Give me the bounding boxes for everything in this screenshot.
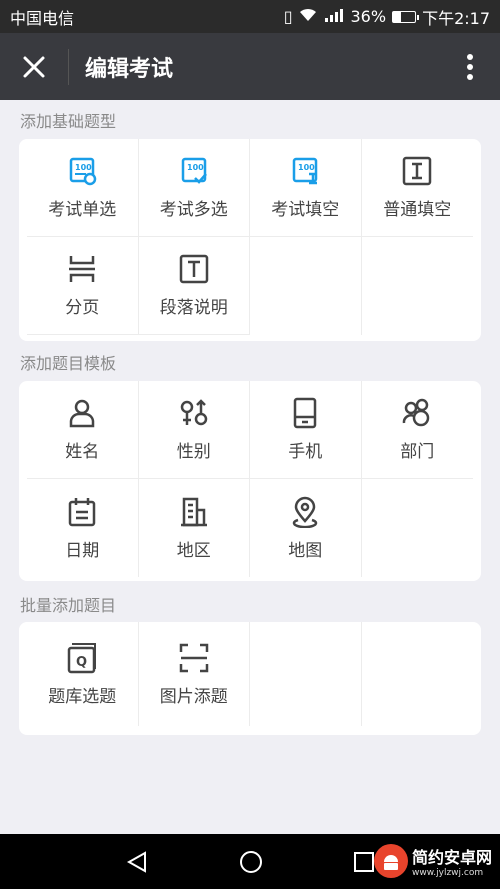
department-button[interactable]: 部门 (361, 381, 473, 479)
text-field-label: 普通填空 (383, 200, 452, 220)
exam-multi-choice-button[interactable]: 100 考试多选 (138, 139, 250, 237)
card-template: 姓名 性别 手机 部门 日期 地区 地图 (19, 381, 481, 581)
phone-label: 手机 (288, 442, 323, 462)
battery-icon (392, 10, 420, 23)
region-label: 地区 (176, 540, 211, 561)
more-vert-icon (467, 53, 473, 80)
gender-button[interactable]: 性别 (138, 381, 250, 479)
exam-multi-choice-icon: 100 (181, 157, 207, 184)
exam-single-choice-button[interactable]: 100 考试单选 (27, 139, 139, 237)
svg-text:Q: Q (76, 655, 87, 670)
question-bank-icon: Q (68, 642, 97, 673)
paragraph-icon (179, 254, 208, 284)
close-icon (23, 56, 45, 77)
exam-fill-blank-button[interactable]: 100 考试填空 (250, 139, 362, 237)
watermark-url: www.jylzwj.com (412, 868, 484, 878)
app-bar-divider (68, 48, 69, 85)
android-logo-icon (374, 844, 408, 878)
close-button[interactable] (0, 33, 68, 100)
building-icon (180, 497, 207, 526)
more-button[interactable] (440, 33, 500, 100)
clock: 下午2:17 (422, 8, 490, 28)
card-basic-types: 100 考试单选 100 考试多选 100 考试填空 普通填空 分页 段落说明 (19, 139, 481, 341)
page-title: 编辑考试 (85, 56, 174, 82)
phone-icon (294, 397, 317, 429)
calendar-icon (69, 497, 96, 526)
exam-single-choice-label: 考试单选 (48, 200, 117, 220)
card-batch: Q 题库选题 图片添题 (19, 622, 481, 735)
image-add-label: 图片添题 (159, 686, 228, 707)
date-label: 日期 (65, 540, 100, 561)
question-bank-button[interactable]: Q 题库选题 (27, 622, 139, 726)
watermark: 简约安卓网 www.jylzwj.com (374, 837, 494, 885)
empty-cell (362, 622, 474, 726)
watermark-title: 简约安卓网 (412, 848, 493, 867)
svg-text:100: 100 (187, 163, 204, 172)
phone-button[interactable]: 手机 (250, 381, 362, 479)
battery-fill (393, 11, 401, 22)
empty-cell (362, 237, 474, 335)
recents-nav-icon[interactable] (353, 851, 375, 873)
empty-cell (250, 237, 362, 335)
text-field-button[interactable]: 普通填空 (361, 139, 473, 237)
region-button[interactable]: 地区 (139, 479, 250, 577)
status-bar: 中国电信 ▯ 36% 下午2:17 (0, 0, 500, 33)
question-bank-label: 题库选题 (48, 686, 117, 707)
person-icon (70, 399, 95, 428)
status-icons: ▯ 36% 下午2:17 (284, 5, 490, 29)
gender-label: 性别 (176, 442, 211, 462)
map-label: 地图 (288, 540, 323, 561)
empty-cell (362, 479, 474, 577)
home-nav-icon[interactable] (238, 849, 264, 875)
exam-single-choice-icon: 100 (70, 157, 97, 186)
vibrate-icon: ▯ (283, 7, 293, 26)
back-nav-icon[interactable] (125, 850, 149, 874)
map-pin-icon (293, 496, 318, 528)
carrier-label: 中国电信 (10, 8, 75, 28)
svg-text:100: 100 (75, 163, 92, 172)
empty-cell (250, 622, 362, 726)
gender-icon (180, 399, 207, 426)
group-icon (403, 398, 430, 427)
scan-icon (179, 643, 208, 672)
section-label-template: 添加题目模板 (20, 354, 117, 373)
section-label-batch: 批量添加题目 (20, 596, 117, 615)
app-bar: 编辑考试 (0, 33, 500, 100)
department-label: 部门 (400, 442, 435, 462)
page-break-button[interactable]: 分页 (27, 237, 139, 335)
exam-multi-choice-label: 考试多选 (159, 200, 228, 220)
date-button[interactable]: 日期 (27, 479, 139, 577)
section-label-basic: 添加基础题型 (20, 112, 117, 131)
page-break-icon (69, 256, 96, 282)
paragraph-button[interactable]: 段落说明 (138, 237, 250, 335)
name-button[interactable]: 姓名 (27, 381, 139, 479)
exam-fill-blank-icon: 100 (293, 157, 318, 185)
text-field-icon (403, 156, 432, 186)
page-break-label: 分页 (65, 298, 100, 318)
map-button[interactable]: 地图 (250, 479, 362, 577)
battery-percent: 36% (350, 7, 387, 26)
paragraph-label: 段落说明 (159, 298, 228, 318)
name-label: 姓名 (65, 442, 100, 462)
image-add-button[interactable]: 图片添题 (139, 622, 250, 726)
exam-fill-blank-label: 考试填空 (271, 200, 340, 220)
signal-icon (323, 7, 345, 26)
wifi-icon (299, 7, 317, 26)
svg-text:100: 100 (298, 163, 315, 172)
